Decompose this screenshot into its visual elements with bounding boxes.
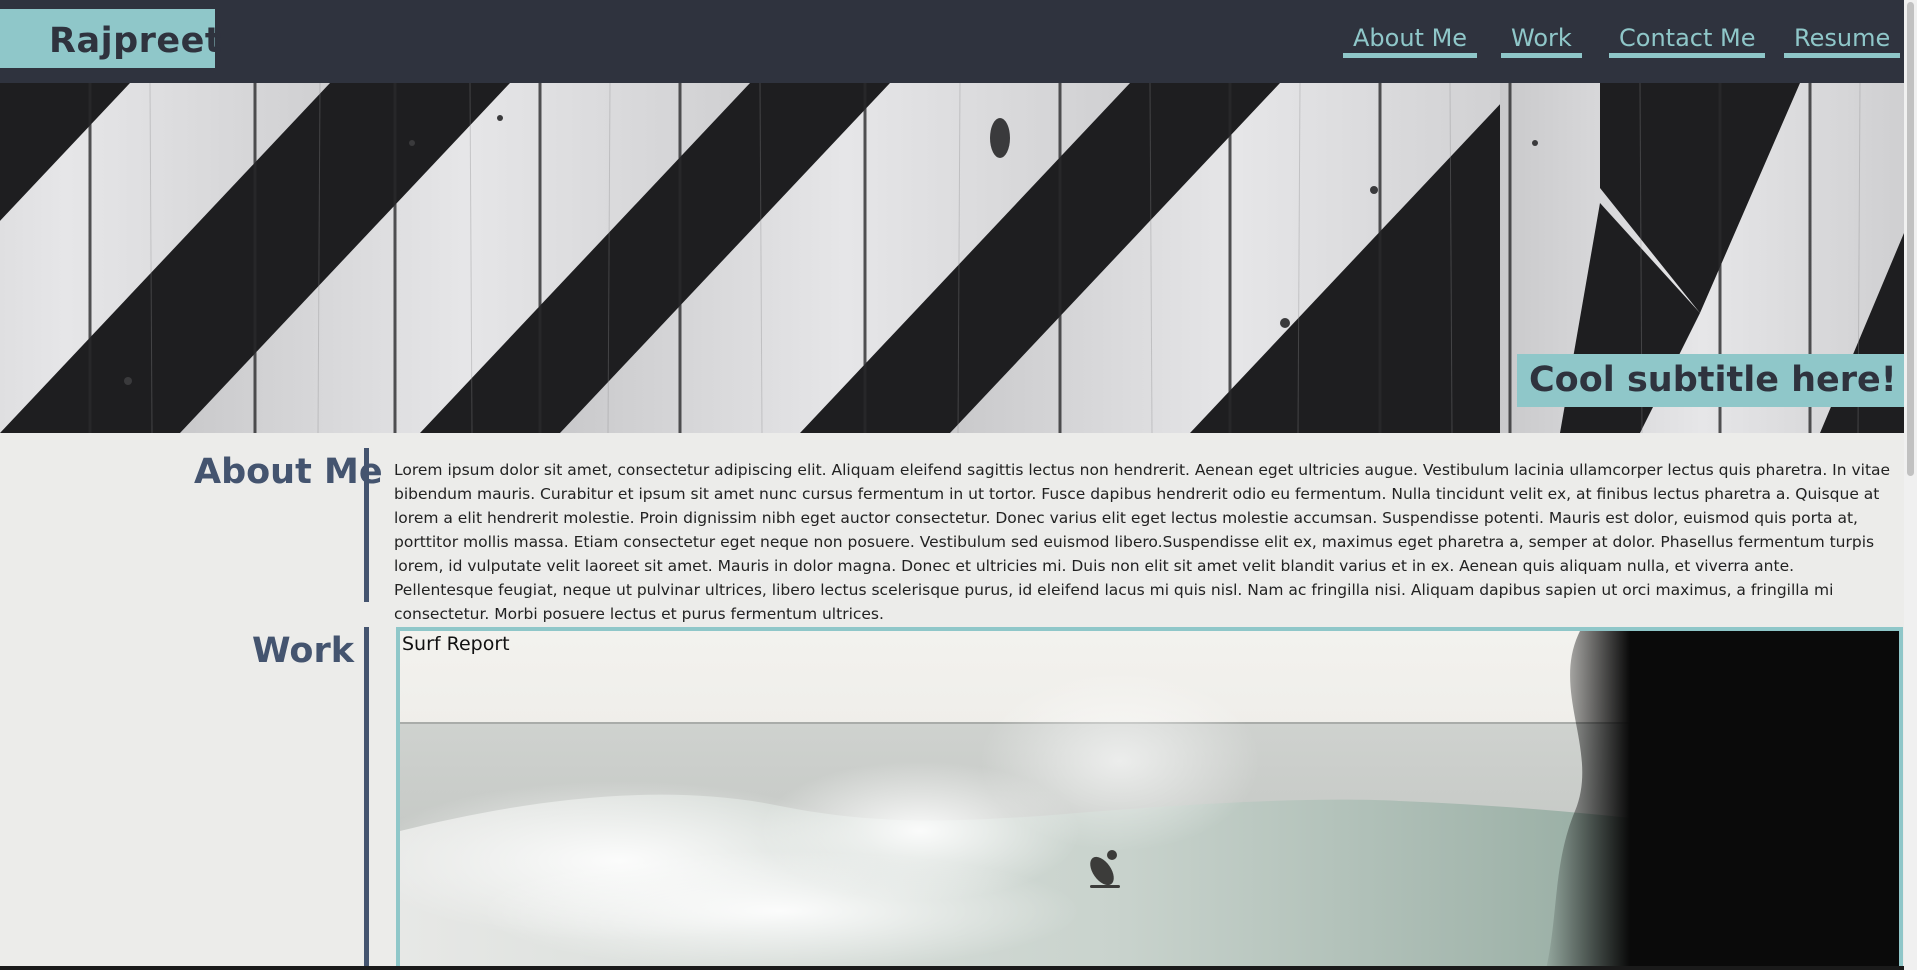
project-title: Surf Report — [402, 633, 510, 655]
work-heading: Work — [252, 631, 354, 671]
nav-link-contact-me[interactable]: Contact Me — [1609, 24, 1766, 58]
hero-banner: Cool subtitle here! — [0, 83, 1904, 433]
brand-logo[interactable]: Rajpreet — [0, 9, 222, 68]
scrollbar-thumb[interactable] — [1907, 2, 1914, 476]
work-project-card[interactable]: Surf Report — [396, 627, 1903, 970]
bottom-edge — [0, 966, 1904, 970]
page-scrollbar[interactable] — [1904, 0, 1917, 970]
hero-subtitle: Cool subtitle here! — [1517, 354, 1904, 407]
about-me-text: Lorem ipsum dolor sit amet, consectetur … — [394, 461, 1891, 623]
about-me-divider — [364, 448, 369, 602]
surf-report-image — [400, 631, 1899, 970]
nav-link-resume[interactable]: Resume — [1784, 24, 1901, 58]
nav-link-about-me[interactable]: About Me — [1343, 24, 1478, 58]
site-header: Rajpreet About Me Work Contact Me Resume — [0, 0, 1904, 83]
work-divider — [364, 627, 369, 970]
about-me-heading: About Me — [194, 452, 383, 492]
nav-link-work[interactable]: Work — [1501, 24, 1582, 58]
brand-name: Rajpreet — [49, 21, 223, 61]
